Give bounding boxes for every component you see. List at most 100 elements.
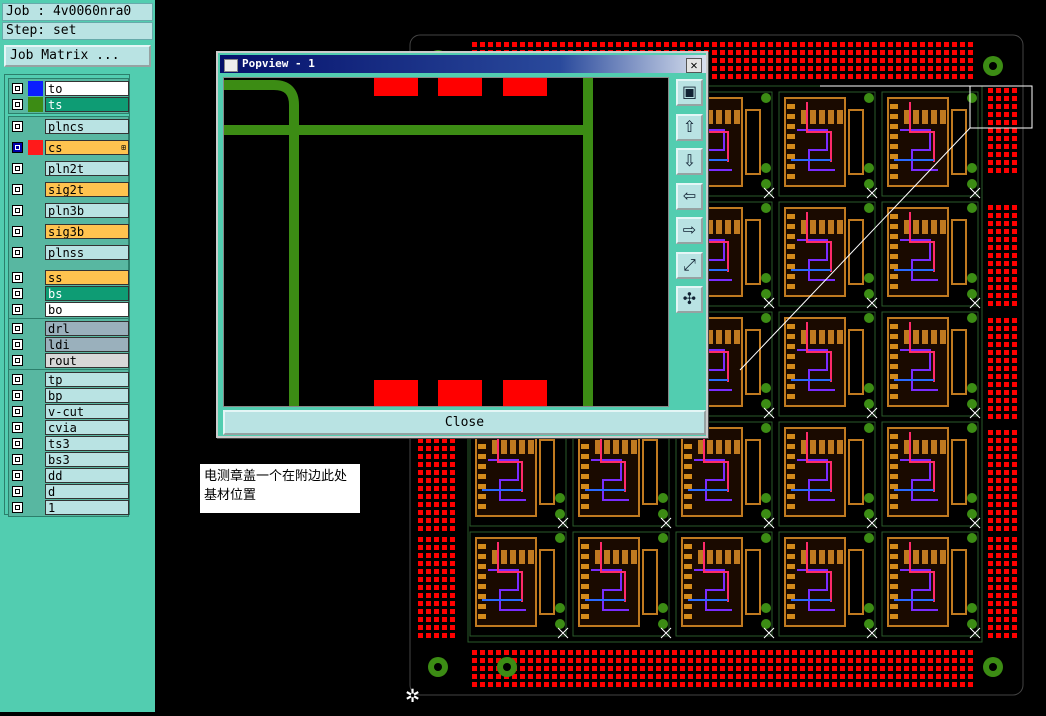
- layer-name[interactable]: pln2t: [45, 161, 129, 176]
- layer-row-v-cut[interactable]: v-cut: [9, 404, 129, 419]
- layer-row-d[interactable]: d: [9, 484, 129, 499]
- layer-row-drl[interactable]: drl: [9, 321, 129, 336]
- layer-checkbox[interactable]: [12, 406, 23, 417]
- layer-name[interactable]: bp: [45, 388, 129, 403]
- layer-name[interactable]: ldi: [45, 337, 129, 352]
- layer-row-dd[interactable]: dd: [9, 468, 129, 483]
- layer-row-ts[interactable]: ts: [9, 97, 129, 112]
- zoom-fit-icon[interactable]: ⤢: [676, 251, 703, 279]
- popview-titlebar[interactable]: Popview - 1 ✕: [220, 55, 706, 73]
- layer-row-1[interactable]: 1: [9, 500, 129, 515]
- layer-checkbox[interactable]: [12, 374, 23, 385]
- layer-row-pln3b[interactable]: pln3b: [9, 203, 129, 218]
- pcb-unit: [778, 201, 878, 309]
- pcb-unit: [778, 311, 878, 419]
- zoom-out-icon[interactable]: ✣: [676, 286, 703, 313]
- layer-checkbox[interactable]: [12, 99, 23, 110]
- layer-name[interactable]: sig3b: [45, 224, 129, 239]
- pcb-unit: [881, 421, 981, 529]
- note-line-2: 基材位置: [204, 488, 257, 503]
- pan-left-icon[interactable]: ⇦: [676, 182, 703, 210]
- layer-checkbox[interactable]: [12, 184, 23, 195]
- zoom-window-icon[interactable]: ▣: [676, 79, 703, 106]
- layer-name[interactable]: d: [45, 484, 129, 499]
- layer-row-ss[interactable]: ss: [9, 270, 129, 285]
- layer-checkbox[interactable]: [12, 422, 23, 433]
- layer-checkbox[interactable]: [12, 272, 23, 283]
- pan-down-icon[interactable]: ⇩: [676, 148, 703, 175]
- layer-name[interactable]: bs3: [45, 452, 129, 467]
- layer-name[interactable]: sig2t: [45, 182, 129, 197]
- popview-canvas[interactable]: [223, 77, 669, 407]
- layer-checkbox[interactable]: [12, 83, 23, 94]
- layer-row-rout[interactable]: rout: [9, 353, 129, 368]
- layer-checkbox[interactable]: [12, 438, 23, 449]
- layer-row-tp[interactable]: tp: [9, 372, 129, 387]
- layer-checkbox[interactable]: [12, 390, 23, 401]
- close-button[interactable]: Close: [223, 410, 706, 435]
- layer-row-bs3[interactable]: bs3: [9, 452, 129, 467]
- layer-list-scroll-area[interactable]: [130, 74, 153, 515]
- expand-icon[interactable]: ⊞: [121, 141, 126, 154]
- layer-name[interactable]: ss: [45, 270, 129, 285]
- layer-name[interactable]: 1: [45, 500, 129, 515]
- layer-checkbox[interactable]: [12, 121, 23, 132]
- layer-name[interactable]: ts: [45, 97, 129, 112]
- layer-checkbox[interactable]: [12, 142, 23, 153]
- layer-checkbox[interactable]: [12, 323, 23, 334]
- layer-checkbox[interactable]: [12, 339, 23, 350]
- job-matrix-button[interactable]: Job Matrix ...: [4, 45, 151, 67]
- layer-name[interactable]: bs: [45, 286, 129, 301]
- layer-checkbox[interactable]: [12, 288, 23, 299]
- pcb-unit: [778, 91, 878, 199]
- layer-checkbox[interactable]: [12, 163, 23, 174]
- layer-row-sig3b[interactable]: sig3b: [9, 224, 129, 239]
- layer-row-plnss[interactable]: plnss: [9, 245, 129, 260]
- layer-name[interactable]: plnss: [45, 245, 129, 260]
- layer-checkbox[interactable]: [12, 454, 23, 465]
- layer-row-cvia[interactable]: cvia: [9, 420, 129, 435]
- layer-checkbox[interactable]: [12, 470, 23, 481]
- layer-name[interactable]: cs ⊞: [45, 140, 129, 155]
- layer-checkbox[interactable]: [12, 355, 23, 366]
- layer-row-ldi[interactable]: ldi: [9, 337, 129, 352]
- right-rail-pads: [988, 88, 1017, 173]
- layer-row-plncs[interactable]: plncs: [9, 119, 129, 134]
- close-icon[interactable]: ✕: [686, 58, 702, 73]
- layer-label: ldi: [48, 338, 70, 352]
- layer-checkbox[interactable]: [12, 304, 23, 315]
- layer-name[interactable]: ts3: [45, 436, 129, 451]
- layer-row-bs[interactable]: bs: [9, 286, 129, 301]
- layer-label: plncs: [48, 120, 85, 134]
- popview-toolbar: ▣ ⇧ ⇩ ⇦ ⇨ ⤢ ✣: [672, 77, 706, 407]
- layer-row-cs[interactable]: cs ⊞: [9, 140, 129, 155]
- layer-name[interactable]: drl: [45, 321, 129, 336]
- layer-checkbox[interactable]: [12, 205, 23, 216]
- layer-name[interactable]: bo: [45, 302, 129, 317]
- layer-name[interactable]: to: [45, 81, 129, 96]
- layer-checkbox[interactable]: [12, 502, 23, 513]
- pan-up-icon[interactable]: ⇧: [676, 113, 703, 141]
- layer-label: pln3b: [48, 204, 85, 218]
- layer-name[interactable]: plncs: [45, 119, 129, 134]
- layer-row-bp[interactable]: bp: [9, 388, 129, 403]
- pcb-unit: [778, 531, 878, 639]
- layer-label: plnss: [48, 246, 85, 260]
- pcb-unit: [881, 531, 981, 639]
- layer-name[interactable]: dd: [45, 468, 129, 483]
- layer-row-sig2t[interactable]: sig2t: [9, 182, 129, 197]
- layer-row-bo[interactable]: bo: [9, 302, 129, 317]
- layer-row-pln2t[interactable]: pln2t: [9, 161, 129, 176]
- layer-name[interactable]: cvia: [45, 420, 129, 435]
- layer-label: d: [48, 485, 56, 499]
- layer-name[interactable]: pln3b: [45, 203, 129, 218]
- layer-row-to[interactable]: to: [9, 81, 129, 96]
- layer-row-ts3[interactable]: ts3: [9, 436, 129, 451]
- layer-name[interactable]: tp: [45, 372, 129, 387]
- layer-checkbox[interactable]: [12, 226, 23, 237]
- layer-checkbox[interactable]: [12, 247, 23, 258]
- layer-checkbox[interactable]: [12, 486, 23, 497]
- layer-name[interactable]: v-cut: [45, 404, 129, 419]
- layer-name[interactable]: rout: [45, 353, 129, 368]
- pan-right-icon[interactable]: ⇨: [676, 217, 703, 244]
